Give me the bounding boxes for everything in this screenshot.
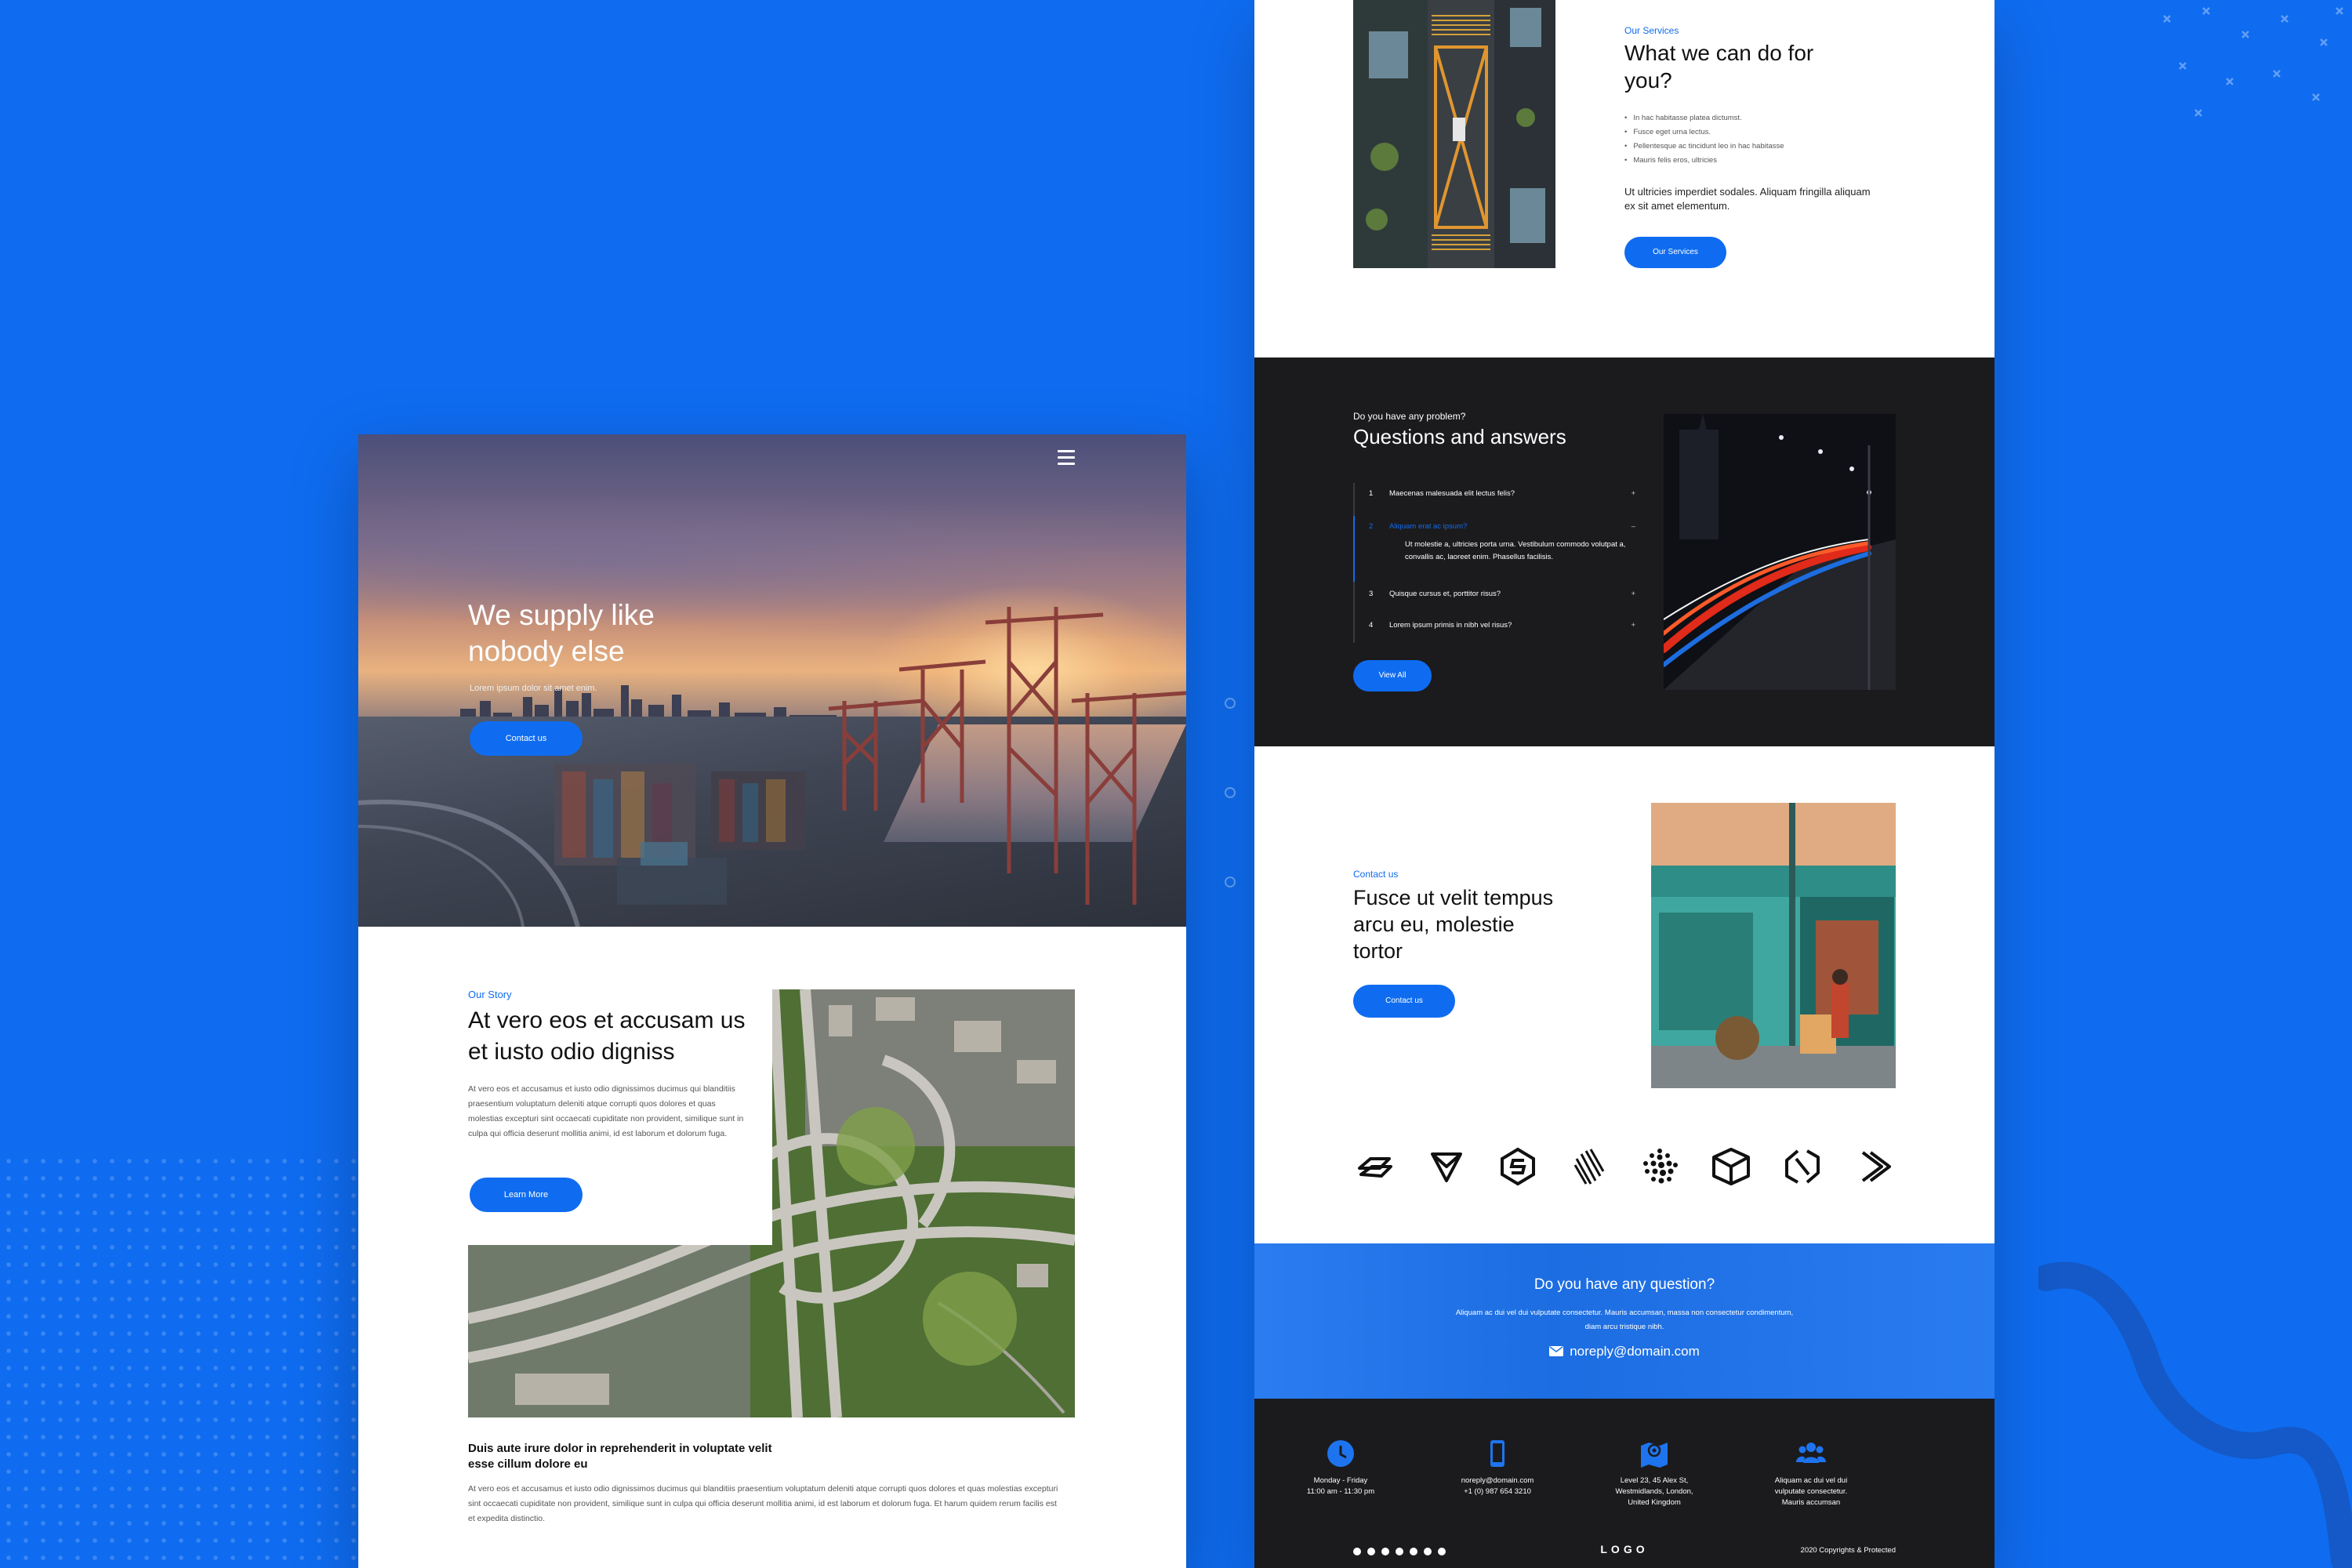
clock-icon [1327, 1440, 1354, 1467]
footer-about-line: vulputate consectetur. [1774, 1487, 1848, 1496]
faq-question: Lorem ipsum primis in nibh vel risus? [1389, 621, 1512, 630]
story-body-text: At vero eos et accusamus et iusto odio d… [468, 1084, 744, 1138]
port-cranes-illustration [358, 607, 1186, 927]
faq-item-number: 1 [1369, 489, 1374, 498]
services-kicker: Our Services [1624, 25, 1679, 36]
aerial-crossroad-photo [1353, 0, 1555, 268]
crossroad-illustration [1353, 0, 1555, 268]
faq-accordion: 1 Maecenas malesuada elit lectus felis? … [1353, 483, 1635, 643]
story-kicker: Our Story [468, 989, 512, 1000]
footer-address-line: Westmidlands, London, [1615, 1487, 1693, 1496]
storefront-delivery-photo [1651, 803, 1896, 1088]
map-icon [1641, 1443, 1668, 1468]
view-all-button[interactable]: View All [1353, 660, 1432, 691]
cube-logo [1712, 1148, 1751, 1185]
hamburger-icon[interactable] [1058, 450, 1075, 466]
landing-page-mockup-left: We supply like nobody else Lorem ipsum d… [358, 434, 1186, 1568]
footer-address-line: Level 23, 45 Alex St, [1620, 1476, 1689, 1485]
faq-item[interactable]: 3 Quisque cursus et, porttitor risus? + [1355, 582, 1635, 615]
footer-address: Level 23, 45 Alex St, Westmidlands, Lond… [1592, 1438, 1717, 1508]
phone-icon [1490, 1440, 1504, 1467]
services-text: Ut ultricies imperdiet sodales. Aliquam … [1624, 186, 1871, 212]
faq-question: Aliquam erat ac ipsum? [1389, 522, 1468, 531]
learn-more-button[interactable]: Learn More [470, 1178, 583, 1212]
background-dot-pattern [0, 1152, 368, 1568]
footer-contact: noreply@domain.com +1 (0) 987 654 3210 [1435, 1438, 1560, 1497]
arrow-stack-logo [1358, 1157, 1392, 1178]
contact-kicker: Contact us [1353, 869, 1399, 880]
light-trails-photo [1664, 414, 1896, 690]
background-cross-pattern [2163, 7, 2343, 117]
light-trails-illustration [1664, 414, 1896, 690]
plus-icon: + [1631, 621, 1635, 630]
story-sub-body-text: At vero eos et accusamus et iusto odio d… [468, 1484, 1058, 1523]
services-list-item: In hac habitasse platea dictumst. [1624, 111, 1784, 125]
email-link[interactable]: noreply@domain.com [1254, 1344, 1994, 1359]
faq-answer: Ut molestie a, ultricies porta urna. Ves… [1405, 540, 1626, 561]
story-subheading: Duis aute irure dolor in reprehenderit i… [468, 1442, 772, 1471]
faq-item[interactable]: 4 Lorem ipsum primis in nibh vel risus? … [1355, 615, 1635, 643]
our-services-button[interactable]: Our Services [1624, 237, 1726, 268]
email-address: noreply@domain.com [1570, 1344, 1700, 1359]
decor-circle [1225, 877, 1236, 887]
hex-n-logo [1785, 1149, 1820, 1184]
decor-circle [1225, 698, 1236, 709]
footer-contact-line[interactable]: noreply@domain.com [1435, 1475, 1560, 1486]
faq-item-number: 3 [1369, 590, 1374, 598]
hero-subtitle: Lorem ipsum dolor sit amet enim. [470, 684, 597, 693]
footer-address-line: United Kingdom [1628, 1498, 1681, 1507]
mail-icon [1549, 1346, 1564, 1356]
users-icon [1796, 1443, 1826, 1463]
partner-logos-row [1353, 1145, 1896, 1189]
landing-page-mockup-right: Our Services What we can do for you? In … [1254, 0, 1994, 1568]
question-banner-text: Aliquam ac dui vel dui vulputate consect… [1455, 1308, 1794, 1331]
footer-about-line: Aliquam ac dui vel dui [1774, 1476, 1848, 1485]
plus-icon: + [1631, 590, 1635, 598]
background-squiggle [2038, 1261, 2352, 1568]
footer-about-line: Mauris accumsan [1781, 1498, 1841, 1507]
contact-title: Fusce ut velit tempus arcu eu, molestie … [1353, 886, 1554, 963]
faq-kicker: Do you have any problem? [1353, 411, 1466, 422]
question-banner-title: Do you have any question? [1534, 1276, 1715, 1293]
contact-us-button[interactable]: Contact us [1353, 985, 1455, 1018]
faq-question: Quisque cursus et, porttitor risus? [1389, 590, 1501, 598]
footer-hours: Monday - Friday 11:00 am - 11:30 pm [1278, 1438, 1403, 1497]
faq-item-number: 2 [1369, 522, 1374, 531]
decor-circle [1225, 787, 1236, 798]
story-title: At vero eos et accusam us et iusto odio … [468, 1007, 746, 1065]
services-list-item: Mauris felis eros, ultricies [1624, 154, 1784, 168]
faq-item[interactable]: 1 Maecenas malesuada elit lectus felis? … [1355, 483, 1635, 516]
services-list-item: Pellentesque ac tincidunt leo in hac hab… [1624, 140, 1784, 154]
faq-section: Do you have any problem? Questions and a… [1254, 358, 1994, 746]
copyright-text: 2020 Copyrights & Protected [1800, 1546, 1896, 1555]
minus-icon: – [1631, 522, 1635, 531]
question-banner: Do you have any question? Aliquam ac dui… [1254, 1243, 1994, 1399]
dot-sphere-logo [1643, 1149, 1679, 1184]
faq-item-expanded[interactable]: 2 Aliquam erat ac ipsum? – Ut molestie a… [1353, 516, 1635, 582]
services-list-item: Fusce eget urna lectus. [1624, 125, 1784, 140]
footer-hours-line: 11:00 am - 11:30 pm [1306, 1487, 1375, 1496]
faq-question: Maecenas malesuada elit lectus felis? [1389, 489, 1515, 498]
plus-icon: + [1631, 489, 1635, 498]
footer-contact-line[interactable]: +1 (0) 987 654 3210 [1435, 1486, 1560, 1497]
striped-diamond-logo [1573, 1149, 1604, 1185]
footer: Monday - Friday 11:00 am - 11:30 pm nore… [1254, 1399, 1994, 1568]
services-title: What we can do for you? [1624, 41, 1814, 93]
services-list: In hac habitasse platea dictumst. Fusce … [1624, 111, 1784, 168]
chevron-logo [1861, 1151, 1891, 1182]
shield-y-logo [1430, 1152, 1462, 1182]
faq-item-number: 4 [1369, 621, 1374, 630]
hero-contact-button[interactable]: Contact us [470, 721, 583, 756]
footer-about: Aliquam ac dui vel dui vulputate consect… [1748, 1438, 1874, 1508]
storefront-illustration [1651, 803, 1896, 1088]
hero-section: We supply like nobody else Lorem ipsum d… [358, 434, 1186, 927]
hex-s-logo [1500, 1147, 1535, 1186]
hero-title: We supply like nobody else [468, 599, 655, 667]
footer-hours-line: Monday - Friday [1313, 1476, 1368, 1485]
faq-title: Questions and answers [1353, 425, 1566, 448]
